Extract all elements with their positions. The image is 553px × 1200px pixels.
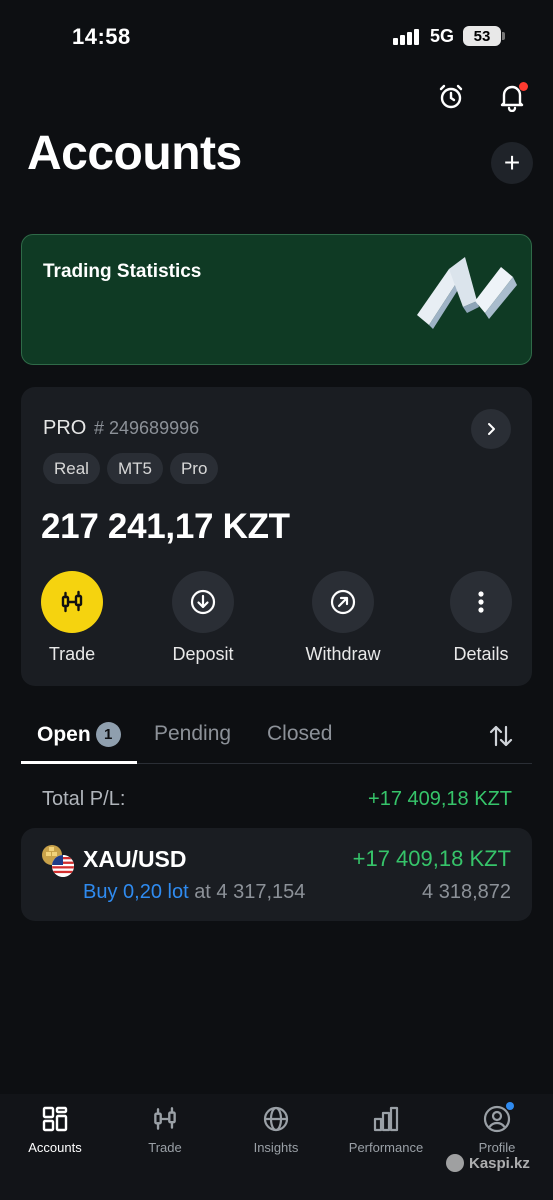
add-account-button[interactable]: + xyxy=(491,142,533,184)
deposit-label: Deposit xyxy=(172,644,234,664)
3d-chart-icon xyxy=(415,257,519,339)
battery-icon: 53 xyxy=(463,26,501,46)
bar-chart-icon xyxy=(371,1104,401,1134)
nav-insights-label: Insights xyxy=(253,1140,299,1155)
tab-pending[interactable]: Pending xyxy=(154,722,231,746)
trading-statistics-banner[interactable]: Trading Statistics xyxy=(21,234,532,365)
active-tab-underline xyxy=(21,761,137,764)
nav-accounts[interactable]: Accounts xyxy=(0,1104,110,1155)
deposit-button[interactable]: Deposit xyxy=(148,571,258,665)
chevron-right-icon xyxy=(488,423,495,435)
open-count-badge: 1 xyxy=(95,722,121,747)
positions-tabs: Open 1 Pending Closed xyxy=(21,708,532,764)
position-current-price: 4 318,872 xyxy=(422,881,511,903)
banner-title: Trading Statistics xyxy=(43,261,202,282)
position-card[interactable]: XAU/USD +17 409,18 KZT Buy 0,20 lot at 4… xyxy=(21,828,532,921)
details-button[interactable]: Details xyxy=(426,571,536,665)
nav-trade[interactable]: Trade xyxy=(110,1104,220,1155)
details-label: Details xyxy=(453,644,509,664)
candlestick-icon xyxy=(41,571,103,633)
battery-tip xyxy=(502,32,505,40)
alarm-clock-icon[interactable] xyxy=(436,82,466,112)
total-pl-label: Total P/L: xyxy=(42,788,126,810)
tab-open-label: Open xyxy=(37,723,91,746)
nav-trade-label: Trade xyxy=(148,1140,182,1155)
arrow-down-circle-icon xyxy=(172,571,234,633)
position-side-lot: Buy 0,20 lot xyxy=(83,881,189,903)
signal-icon xyxy=(393,27,423,45)
bottom-nav: Accounts Trade Insights Performance Prof… xyxy=(0,1094,553,1200)
account-actions: Trade Deposit Withdraw Details xyxy=(21,571,532,671)
account-card[interactable]: PRO # 249689996 Real MT5 Pro 217 241,17 … xyxy=(21,387,532,686)
tag-real: Real xyxy=(43,453,100,484)
withdraw-button[interactable]: Withdraw xyxy=(288,571,398,665)
position-symbol: XAU/USD xyxy=(83,846,187,872)
tab-closed[interactable]: Closed xyxy=(267,722,332,746)
kaspi-logo-icon xyxy=(446,1154,464,1172)
accounts-grid-icon xyxy=(40,1104,70,1134)
watermark-text: Kaspi.kz xyxy=(469,1154,530,1172)
status-time: 14:58 xyxy=(72,24,131,49)
candlestick-icon xyxy=(150,1104,180,1134)
nav-profile[interactable]: Profile xyxy=(442,1102,552,1155)
position-open-price: at 4 317,154 xyxy=(194,881,306,903)
account-type: PRO xyxy=(43,417,87,439)
total-pl-value: +17 409,18 KZT xyxy=(368,788,512,810)
tag-platform: MT5 xyxy=(106,453,163,484)
trade-label: Trade xyxy=(48,644,96,664)
account-tags: Real MT5 Pro xyxy=(43,453,219,484)
status-bar: 14:58 5G 53 xyxy=(0,0,553,72)
position-detail: Buy 0,20 lot at 4 317,154 xyxy=(83,881,305,904)
arrow-up-right-circle-icon xyxy=(312,571,374,633)
account-details-chevron[interactable] xyxy=(471,409,511,449)
gold-usd-flag-icon xyxy=(41,844,75,878)
trade-button[interactable]: Trade xyxy=(17,571,127,665)
nav-profile-label: Profile xyxy=(478,1140,516,1155)
tab-open[interactable]: Open 1 xyxy=(37,722,121,747)
nav-insights[interactable]: Insights xyxy=(221,1104,331,1155)
globe-icon xyxy=(261,1104,291,1134)
watermark: Kaspi.kz xyxy=(446,1154,530,1172)
account-balance: 217 241,17 KZT xyxy=(41,507,290,546)
network-label: 5G xyxy=(430,26,455,46)
nav-performance-label: Performance xyxy=(348,1140,424,1155)
more-vertical-icon xyxy=(450,571,512,633)
nav-performance[interactable]: Performance xyxy=(331,1104,441,1155)
position-pl: +17 409,18 KZT xyxy=(352,846,511,871)
account-number: # 249689996 xyxy=(94,418,200,438)
withdraw-label: Withdraw xyxy=(305,644,381,664)
page-title: Accounts xyxy=(27,127,242,180)
plus-icon: + xyxy=(503,147,521,178)
accounts-screen: 14:58 5G 53 Accounts + Trading Statistic… xyxy=(0,0,553,1200)
notification-dot xyxy=(519,82,528,91)
sort-icon[interactable] xyxy=(487,722,515,750)
tag-pro: Pro xyxy=(169,453,219,484)
profile-badge-dot xyxy=(506,1102,514,1110)
nav-accounts-label: Accounts xyxy=(28,1140,82,1155)
